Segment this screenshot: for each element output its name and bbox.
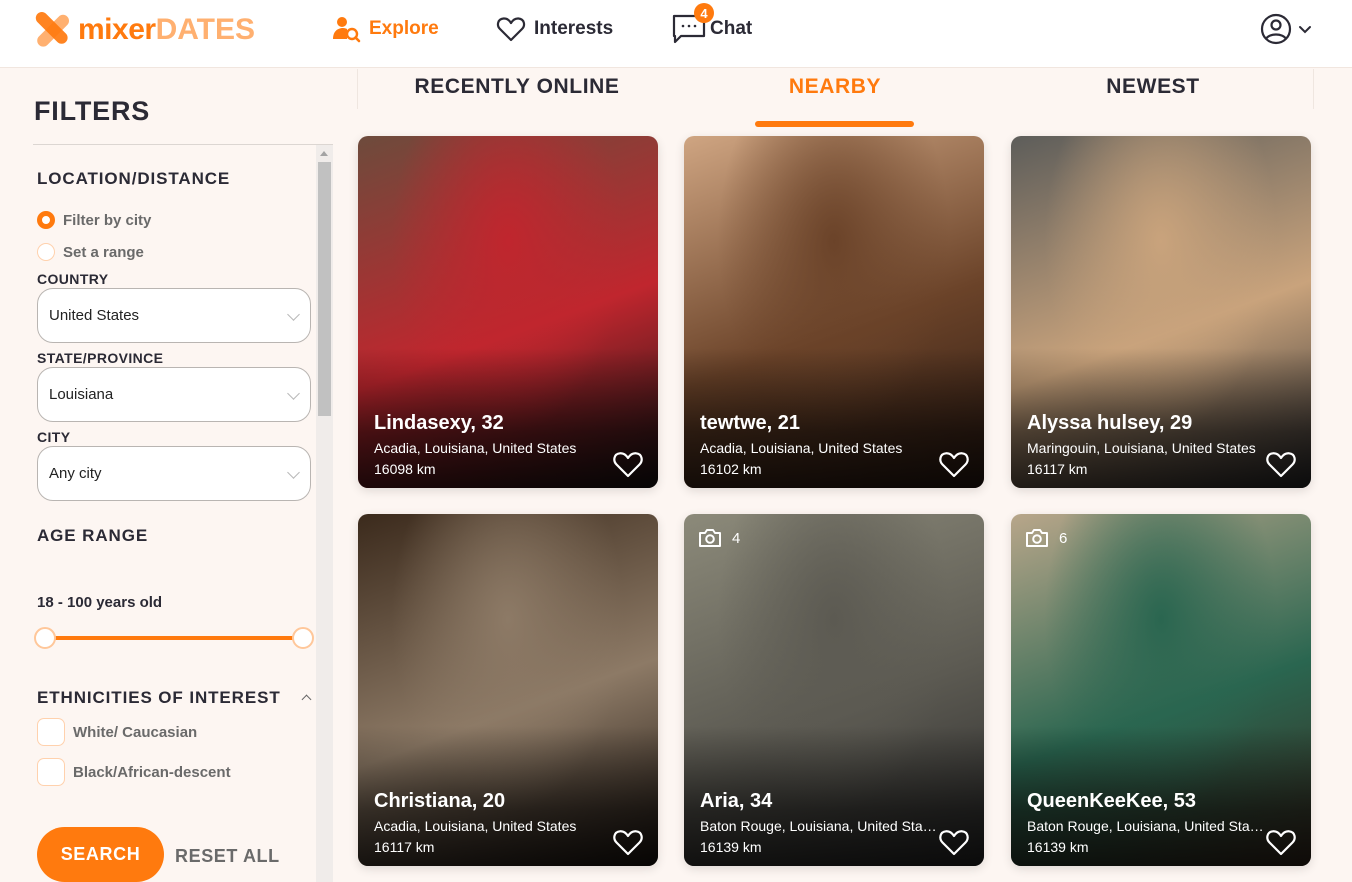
chevron-down-icon: [287, 308, 300, 321]
nav-chat[interactable]: 4 Chat: [672, 3, 753, 46]
checkbox-black-african[interactable]: Black/African-descent: [37, 758, 231, 786]
heart-icon: [496, 17, 526, 42]
state-label: STATE/PROVINCE: [37, 350, 164, 366]
profile-location: Baton Rouge, Louisiana, United States: [700, 818, 940, 834]
search-button[interactable]: SEARCH: [37, 827, 164, 882]
checkbox[interactable]: [37, 758, 65, 786]
logo-mark-icon: [35, 11, 70, 47]
camera-icon: [1026, 529, 1048, 547]
age-slider-max-handle[interactable]: [292, 627, 314, 649]
active-tab-indicator: [755, 121, 914, 127]
heart-icon[interactable]: [938, 449, 970, 479]
tab-recently-online[interactable]: RECENTLY ONLINE: [358, 75, 676, 99]
tab-newest[interactable]: NEWEST: [994, 75, 1312, 99]
profile-distance: 16117 km: [374, 839, 435, 855]
city-value: Any city: [49, 465, 102, 482]
radio-selected[interactable]: [37, 211, 55, 229]
scroll-up-arrow-icon[interactable]: [320, 151, 328, 156]
reset-all-button[interactable]: RESET ALL: [175, 846, 280, 867]
profile-location: Maringouin, Louisiana, United States: [1027, 440, 1256, 456]
radio-set-a-range[interactable]: Set a range: [37, 243, 144, 261]
account-menu[interactable]: [1260, 12, 1314, 46]
age-range-text: 18 - 100 years old: [37, 594, 163, 611]
checkbox-white-caucasian[interactable]: White/ Caucasian: [37, 718, 197, 746]
profile-location: Acadia, Louisiana, United States: [374, 440, 577, 456]
checkbox-label: White/ Caucasian: [73, 723, 198, 741]
heart-icon[interactable]: [938, 827, 970, 857]
profile-distance: 16102 km: [700, 461, 762, 477]
user-search-icon: [333, 17, 361, 43]
nav-interests-label: Interests: [534, 18, 614, 39]
logo-text: mixerDATES: [78, 13, 256, 46]
scrollbar-thumb[interactable]: [318, 162, 331, 416]
country-value: United States: [49, 307, 140, 324]
filters-sidebar: FILTERS LOCATION/DISTANCE Filter by city…: [0, 68, 336, 882]
location-section-title: LOCATION/DISTANCE: [37, 169, 231, 188]
profile-card[interactable]: Alyssa hulsey, 29 Maringouin, Louisiana,…: [1011, 136, 1311, 488]
profile-location: Acadia, Louisiana, United States: [700, 440, 903, 456]
profile-distance: 16098 km: [374, 461, 436, 477]
profile-name[interactable]: Lindasexy, 32: [374, 412, 504, 435]
radio-unselected[interactable]: [37, 243, 55, 261]
heart-icon[interactable]: [612, 827, 644, 857]
heart-icon[interactable]: [1265, 827, 1297, 857]
nav-chat-label: Chat: [710, 18, 753, 39]
photo-count-number: 4: [732, 529, 741, 547]
photo-count: 6: [1025, 528, 1067, 548]
chevron-down-icon: [287, 466, 300, 479]
top-header: mixerDATES Explore Interests 4 Chat: [0, 0, 1352, 68]
profile-card[interactable]: 6 QueenKeeKee, 53 Baton Rouge, Louisiana…: [1011, 514, 1311, 866]
profile-location: Acadia, Louisiana, United States: [374, 818, 577, 834]
nav-interests[interactable]: Interests: [496, 12, 613, 46]
profile-name[interactable]: QueenKeeKee, 53: [1027, 790, 1196, 813]
filters-title: FILTERS: [34, 96, 151, 126]
profile-card[interactable]: 4 Aria, 34 Baton Rouge, Louisiana, Unite…: [684, 514, 984, 866]
chat-unread-badge: 4: [694, 3, 714, 23]
chevron-down-icon: [1299, 26, 1311, 34]
profile-distance: 16139 km: [700, 839, 762, 855]
nav-explore[interactable]: Explore: [331, 12, 439, 46]
user-circle-icon: [1260, 13, 1292, 45]
profile-name[interactable]: Christiana, 20: [374, 790, 505, 813]
city-select[interactable]: Any city: [37, 446, 311, 501]
chevron-down-icon: [287, 387, 300, 400]
camera-icon: [699, 529, 721, 547]
profile-distance: 16139 km: [1027, 839, 1089, 855]
profile-name[interactable]: tewtwe, 21: [700, 412, 800, 435]
radio-filter-by-city[interactable]: Filter by city: [37, 211, 151, 229]
sidebar-scrollbar[interactable]: [316, 145, 333, 882]
checkbox[interactable]: [37, 718, 65, 746]
profile-distance: 16117 km: [1027, 461, 1088, 477]
logo[interactable]: mixerDATES: [32, 10, 255, 50]
profile-name[interactable]: Alyssa hulsey, 29: [1027, 412, 1192, 435]
age-slider-min-handle[interactable]: [34, 627, 56, 649]
age-slider-track[interactable]: [45, 636, 303, 640]
profile-card[interactable]: Christiana, 20 Acadia, Louisiana, United…: [358, 514, 658, 866]
tab-nearby[interactable]: NEARBY: [676, 75, 994, 99]
ethnicities-section-title: ETHNICITIES OF INTEREST: [37, 688, 281, 707]
sort-tabs: RECENTLY ONLINE NEARBY NEWEST: [357, 69, 1314, 109]
country-select[interactable]: United States: [37, 288, 311, 343]
state-select[interactable]: Louisiana: [37, 367, 311, 422]
heart-icon[interactable]: [612, 449, 644, 479]
radio-label: Filter by city: [63, 211, 152, 229]
profile-name[interactable]: Aria, 34: [700, 790, 772, 813]
chevron-up-icon[interactable]: [301, 694, 312, 705]
profile-card[interactable]: tewtwe, 21 Acadia, Louisiana, United Sta…: [684, 136, 984, 488]
country-label: COUNTRY: [37, 271, 109, 287]
state-value: Louisiana: [49, 386, 114, 403]
photo-count: 4: [698, 528, 740, 548]
city-label: CITY: [37, 429, 71, 445]
heart-icon[interactable]: [1265, 449, 1297, 479]
filters-scroll-area: LOCATION/DISTANCE Filter by city Set a r…: [33, 145, 333, 882]
nav-explore-label: Explore: [369, 18, 439, 39]
profile-location: Baton Rouge, Louisiana, United States: [1027, 818, 1267, 834]
age-section-title: AGE RANGE: [37, 526, 149, 545]
profile-card[interactable]: Lindasexy, 32 Acadia, Louisiana, United …: [358, 136, 658, 488]
photo-count-number: 6: [1059, 529, 1068, 547]
radio-label: Set a range: [63, 243, 144, 261]
checkbox-label: Black/African-descent: [73, 763, 231, 781]
